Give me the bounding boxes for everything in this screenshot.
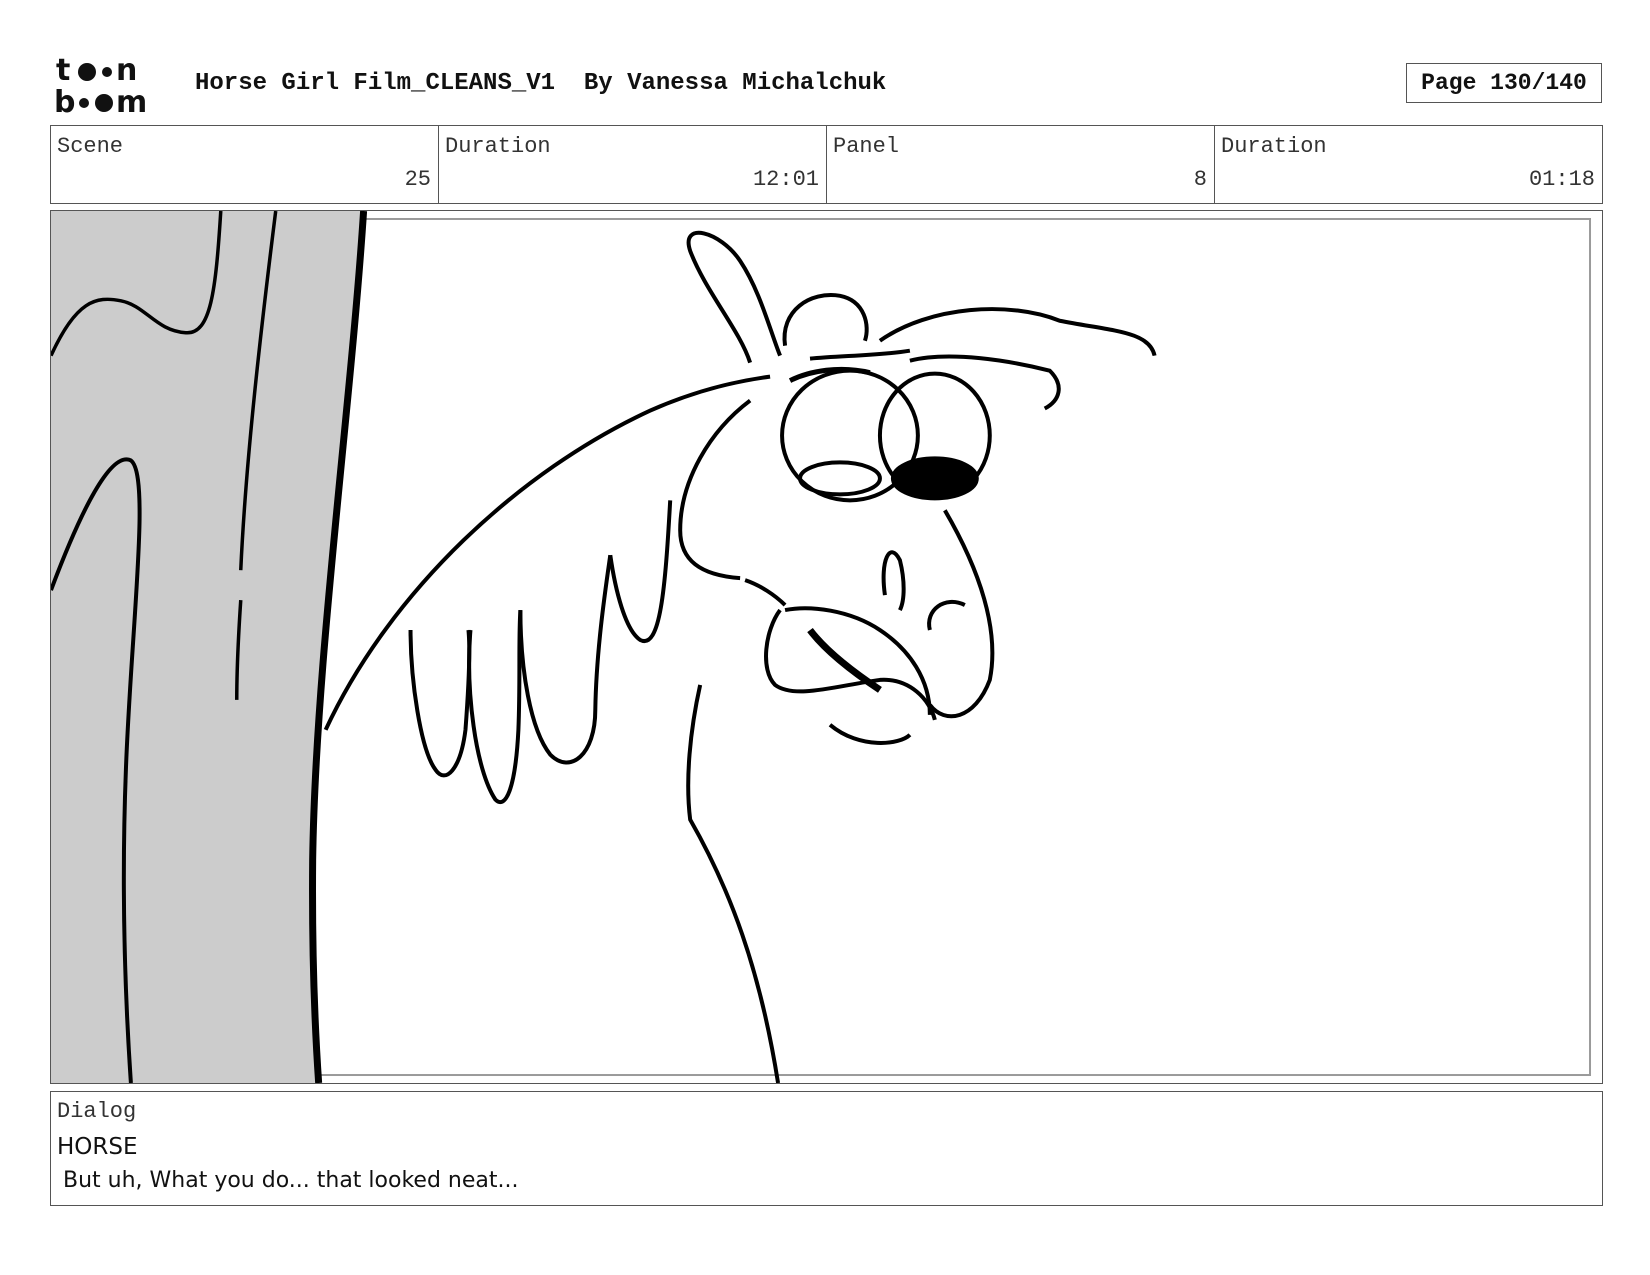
document-title: Horse Girl Film_CLEANS_V1 By Vanessa Mic… [195,70,887,97]
storyboard-panel [50,210,1603,1084]
panel-label: Panel [833,134,900,159]
panel-duration-label: Duration [1221,134,1327,159]
svg-text:m: m [116,85,147,116]
panel-duration-cell: Duration 01:18 [1215,126,1602,203]
scene-cell: Scene 25 [51,126,439,203]
scene-duration-value: 12:01 [752,167,819,192]
panel-duration-value: 01:18 [1528,167,1595,192]
panel-value: 8 [1193,167,1207,192]
dialog-box: Dialog HORSE But uh, What you do... that… [50,1091,1603,1206]
svg-text:t: t [56,53,70,88]
scene-value: 25 [404,167,431,192]
dialog-label: Dialog [57,1099,137,1124]
dialog-speaker: HORSE [57,1134,138,1160]
svg-text:n: n [116,53,137,88]
horse-sketch-drawing [51,211,1592,1083]
page-number: Page 130/140 [1406,63,1602,103]
scene-label: Scene [57,134,124,159]
panel-cell: Panel 8 [827,126,1215,203]
scene-duration-cell: Duration 12:01 [439,126,827,203]
toonboom-logo: t n b m [54,53,147,116]
dialog-line: But uh, What you do... that looked neat.… [63,1168,519,1193]
svg-text:b: b [54,85,75,116]
scene-info-row: Scene 25 Duration 12:01 Panel 8 Duration… [50,125,1603,204]
scene-duration-label: Duration [445,134,551,159]
